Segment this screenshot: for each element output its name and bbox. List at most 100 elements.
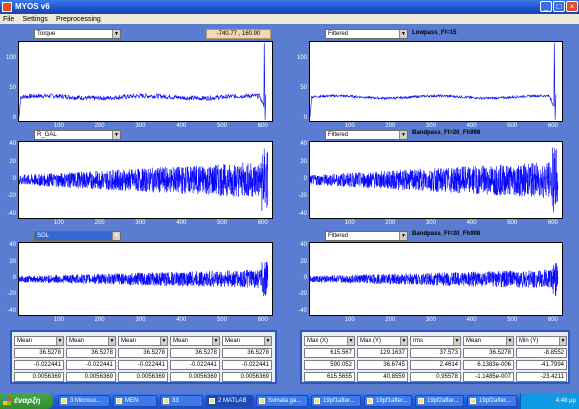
taskbar-button[interactable]: 19pf2after... [415, 395, 464, 407]
y-tick-label: -20 [7, 193, 16, 200]
x-tick-label: 300 [135, 220, 146, 226]
plot-bandpass-2[interactable] [309, 242, 563, 316]
taskbar-button[interactable]: 2 MATLAB [206, 395, 253, 407]
left-stats-value-cell: -0.022441 [170, 360, 220, 370]
right-stats-value-cell: 6.1383e-006 [463, 360, 514, 370]
chevron-down-icon: ▼ [56, 337, 63, 345]
plot-rgal[interactable] [18, 141, 273, 219]
right-stats-value-cell: 615.5655 [304, 372, 355, 382]
taskbar-button[interactable]: Svinata ga... [256, 395, 308, 407]
y-tick-label: -40 [298, 307, 307, 314]
right-stats-value-cell: 40.8559 [357, 372, 408, 382]
right-stats-header-select[interactable]: Mean ▼ [463, 336, 514, 346]
left-stats-value-cell: 0.0056369 [222, 372, 272, 382]
taskbar-button[interactable]: MEN [113, 395, 157, 407]
taskbar-button[interactable]: 19pf1after... [364, 395, 412, 407]
x-tick-label: 100 [344, 317, 355, 323]
filter-select-3[interactable]: Filtered ▼ [325, 231, 408, 241]
plot-bandpass-1[interactable] [309, 141, 563, 219]
filter-title-3: Bandpass_Fl=20_Fh998 [412, 231, 481, 237]
x-tick-label: 200 [94, 220, 105, 226]
plot-sol[interactable] [18, 242, 273, 316]
left-stats-value-cell: -0.022441 [14, 360, 64, 370]
right-stats-value-cell: -1.1485e-007 [463, 372, 514, 382]
right-stats-value-cell: 615.567 [304, 348, 355, 358]
app-icon [163, 398, 169, 404]
channel-select-sol[interactable]: SOL ▼ [34, 231, 121, 241]
left-stats-header-select[interactable]: Mean ▼ [222, 336, 272, 346]
taskbar-button-label: 33 [172, 398, 179, 404]
chevron-down-icon: ▼ [400, 337, 407, 345]
dropdown-label: R_GAL [37, 132, 57, 138]
channel-select-rgal[interactable]: R_GAL ▼ [34, 130, 121, 140]
x-tick-label: 300 [425, 220, 436, 226]
signal-trace [310, 42, 557, 120]
y-tick-label: -20 [298, 193, 307, 200]
x-tick-label: 400 [466, 220, 477, 226]
chevron-down-icon: ▼ [399, 131, 407, 139]
x-tick-label: 100 [53, 123, 64, 129]
taskbar-button[interactable]: 19pf2after... [467, 395, 517, 407]
right-stats-value-cell: -41.7994 [516, 360, 567, 370]
right-stats-value-cell: 129.1637 [357, 348, 408, 358]
chevron-down-icon: ▼ [112, 232, 120, 240]
right-stats-header-select[interactable]: Min (Y) ▼ [516, 336, 567, 346]
chevron-down-icon: ▼ [347, 337, 354, 345]
x-tick-label: 100 [53, 220, 64, 226]
maximize-button[interactable]: □ [553, 1, 565, 12]
signal-trace [19, 261, 269, 297]
clock: 4:48 μμ [555, 398, 576, 404]
x-tick-label: 600 [547, 317, 558, 323]
right-stats-value-cell: 36.5278 [463, 348, 514, 358]
app-icon [259, 398, 265, 404]
right-stats-header-select[interactable]: Max (Y) ▼ [357, 336, 408, 346]
x-tick-label: 400 [466, 317, 477, 323]
x-tick-label: 600 [257, 317, 268, 323]
taskbar-button[interactable]: 19pf1after... [311, 395, 361, 407]
left-stats-value-cell: 36.5278 [118, 348, 168, 358]
system-tray: 4:48 μμ [520, 393, 579, 409]
y-tick-label: 20 [9, 258, 16, 265]
taskbar-button[interactable]: 33 [160, 395, 203, 407]
taskbar-button[interactable]: 3 Microso... [58, 395, 110, 407]
x-tick-label: 400 [176, 220, 187, 226]
left-stats-header-select[interactable]: Mean ▼ [14, 336, 64, 346]
dropdown-label: Filtered [328, 233, 349, 239]
y-tick-label: 40 [9, 141, 16, 148]
app-icon [2, 2, 12, 12]
chevron-down-icon: ▼ [399, 232, 407, 240]
y-tick-label: 0 [303, 176, 307, 182]
plot-lowpass[interactable] [309, 41, 563, 122]
right-stats-header-select[interactable]: Max (X) ▼ [304, 336, 355, 346]
close-button[interactable]: × [566, 1, 578, 12]
channel-select-torque[interactable]: Torque ▼ [34, 29, 121, 39]
y-tick-label: -40 [298, 210, 307, 217]
dropdown-label: SOL [37, 233, 50, 239]
minimize-button[interactable]: _ [540, 1, 552, 12]
left-stats-value-cell: 0.0056369 [118, 372, 168, 382]
start-button[interactable]: έναρξη [0, 393, 53, 409]
signal-trace [310, 263, 559, 296]
y-tick-label: -20 [7, 291, 16, 298]
x-tick-label: 400 [176, 317, 187, 323]
left-stats-header-select[interactable]: Mean ▼ [118, 336, 168, 346]
left-stats-header-select[interactable]: Mean ▼ [66, 336, 116, 346]
x-tick-label: 200 [385, 220, 396, 226]
plot-torque[interactable] [18, 41, 273, 122]
x-tick-label: 200 [385, 123, 396, 129]
x-tick-label: 100 [53, 317, 64, 323]
filter-select-1[interactable]: Filtered ▼ [325, 29, 408, 39]
filter-select-2[interactable]: Filtered ▼ [325, 130, 408, 140]
left-stats-header-select[interactable]: Mean ▼ [170, 336, 220, 346]
right-stats-header-select[interactable]: rms ▼ [410, 336, 461, 346]
x-tick-label: 100 [344, 220, 355, 226]
y-tick-label: 0 [303, 275, 307, 281]
chevron-down-icon: ▼ [559, 337, 566, 345]
x-tick-label: 500 [507, 317, 518, 323]
x-tick-label: 200 [385, 317, 396, 323]
right-stats-value-cell: 37.573 [410, 348, 461, 358]
taskbar-button-label: 2 MATLAB [218, 398, 247, 404]
y-tick-label: 0 [12, 115, 16, 121]
y-tick-label: 20 [9, 158, 16, 165]
app-icon [470, 398, 476, 404]
